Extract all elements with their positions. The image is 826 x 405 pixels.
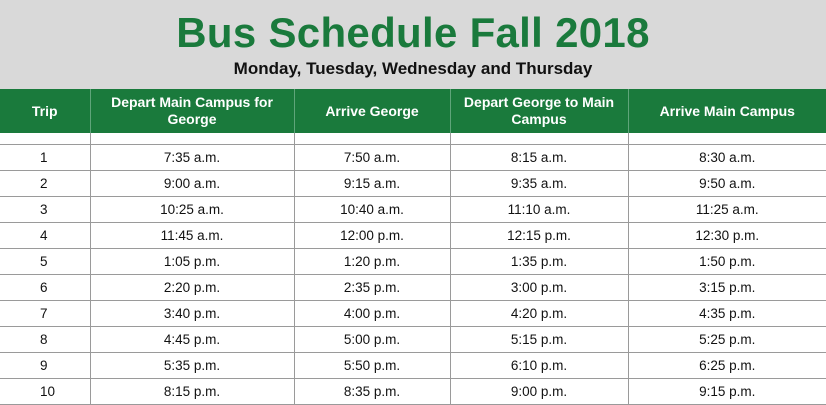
arrive-george-cell: 10:40 a.m. — [293, 196, 450, 223]
spacer-cell — [0, 133, 90, 145]
arrive-main-cell: 3:15 p.m. — [627, 274, 826, 301]
table-row: 6 2:20 p.m. 2:35 p.m. 3:00 p.m. 3:15 p.m. — [0, 274, 826, 301]
spacer-cell — [89, 133, 294, 145]
depart-main-cell: 1:05 p.m. — [89, 248, 294, 275]
trip-cell: 4 — [0, 222, 90, 249]
depart-main-cell: 4:45 p.m. — [89, 326, 294, 353]
depart-main-cell: 3:40 p.m. — [89, 300, 294, 327]
arrive-main-cell: 8:30 a.m. — [627, 144, 826, 171]
arrive-george-cell: 9:15 a.m. — [293, 170, 450, 197]
trip-cell: 5 — [0, 248, 90, 275]
spacer-cell — [293, 133, 450, 145]
table-row: 8 4:45 p.m. 5:00 p.m. 5:15 p.m. 5:25 p.m. — [0, 326, 826, 353]
depart-george-cell: 1:35 p.m. — [449, 248, 628, 275]
table-row: 3 10:25 a.m. 10:40 a.m. 11:10 a.m. 11:25 a.m… — [0, 196, 826, 223]
table-row: 10 8:15 p.m. 8:35 p.m. 9:00 p.m. 9:15 p.m. — [0, 378, 826, 405]
depart-main-cell: 2:20 p.m. — [89, 274, 294, 301]
depart-george-cell: 11:10 a.m. — [449, 196, 628, 223]
depart-george-cell: 6:10 p.m. — [449, 352, 628, 379]
arrive-main-cell: 4:35 p.m. — [627, 300, 826, 327]
spacer-cell — [627, 133, 826, 145]
arrive-main-cell: 11:25 a.m. — [627, 196, 826, 223]
depart-george-cell: 9:00 p.m. — [449, 378, 628, 405]
depart-george-cell: 5:15 p.m. — [449, 326, 628, 353]
trip-cell: 2 — [0, 170, 90, 197]
table-row: 7 3:40 p.m. 4:00 p.m. 4:20 p.m. 4:35 p.m. — [0, 300, 826, 327]
column-header-depart-george: Depart George to Main Campus — [449, 89, 628, 133]
arrive-george-cell: 5:00 p.m. — [293, 326, 450, 353]
depart-main-cell: 10:25 a.m. — [89, 196, 294, 223]
depart-main-cell: 7:35 a.m. — [89, 144, 294, 171]
arrive-main-cell: 6:25 p.m. — [627, 352, 826, 379]
depart-main-cell: 9:00 a.m. — [89, 170, 294, 197]
page-title: Bus Schedule Fall 2018 — [176, 9, 650, 56]
column-header-arrive-main: Arrive Main Campus — [627, 89, 826, 133]
table-row: 4 11:45 a.m. 12:00 p.m. 12:15 p.m. 12:30 p.m… — [0, 222, 826, 249]
arrive-george-cell: 8:35 p.m. — [293, 378, 450, 405]
trip-cell: 8 — [0, 326, 90, 353]
depart-george-cell: 12:15 p.m. — [449, 222, 628, 249]
table-row: 2 9:00 a.m. 9:15 a.m. 9:35 a.m. 9:50 a.m. — [0, 170, 826, 197]
trip-cell: 6 — [0, 274, 90, 301]
table-row: 5 1:05 p.m. 1:20 p.m. 1:35 p.m. 1:50 p.m. — [0, 248, 826, 275]
depart-main-cell: 5:35 p.m. — [89, 352, 294, 379]
trip-cell: 7 — [0, 300, 90, 327]
table-row: 1 7:35 a.m. 7:50 a.m. 8:15 a.m. 8:30 a.m. — [0, 144, 826, 171]
arrive-george-cell: 5:50 p.m. — [293, 352, 450, 379]
arrive-main-cell: 5:25 p.m. — [627, 326, 826, 353]
arrive-main-cell: 9:50 a.m. — [627, 170, 826, 197]
arrive-main-cell: 1:50 p.m. — [627, 248, 826, 275]
depart-george-cell: 8:15 a.m. — [449, 144, 628, 171]
arrive-main-cell: 9:15 p.m. — [627, 378, 826, 405]
arrive-george-cell: 1:20 p.m. — [293, 248, 450, 275]
column-header-depart-main: Depart Main Campus for George — [89, 89, 294, 133]
trip-cell: 9 — [0, 352, 90, 379]
table-body: 1 7:35 a.m. 7:50 a.m. 8:15 a.m. 8:30 a.m. 2 9:… — [0, 133, 826, 405]
column-header-arrive-george: Arrive George — [293, 89, 450, 133]
table-header-row: Trip Depart Main Campus for George Arriv… — [0, 89, 826, 133]
trip-cell: 3 — [0, 196, 90, 223]
schedule-table: Trip Depart Main Campus for George Arriv… — [0, 89, 826, 405]
depart-main-cell: 11:45 a.m. — [89, 222, 294, 249]
page-subtitle: Monday, Tuesday, Wednesday and Thursday — [233, 59, 593, 78]
table-row: 9 5:35 p.m. 5:50 p.m. 6:10 p.m. 6:25 p.m. — [0, 352, 826, 379]
header-banner: Bus Schedule Fall 2018 Monday, Tuesday, … — [0, 0, 826, 89]
header-spacer-row — [0, 133, 826, 145]
depart-george-cell: 9:35 a.m. — [449, 170, 628, 197]
trip-cell: 1 — [0, 144, 90, 171]
schedule-page: Bus Schedule Fall 2018 Monday, Tuesday, … — [0, 0, 826, 405]
depart-george-cell: 4:20 p.m. — [449, 300, 628, 327]
spacer-cell — [449, 133, 628, 145]
arrive-main-cell: 12:30 p.m. — [627, 222, 826, 249]
arrive-george-cell: 4:00 p.m. — [293, 300, 450, 327]
arrive-george-cell: 7:50 a.m. — [293, 144, 450, 171]
arrive-george-cell: 12:00 p.m. — [293, 222, 450, 249]
trip-cell: 10 — [0, 378, 90, 405]
column-header-trip: Trip — [0, 89, 90, 133]
depart-george-cell: 3:00 p.m. — [449, 274, 628, 301]
depart-main-cell: 8:15 p.m. — [89, 378, 294, 405]
arrive-george-cell: 2:35 p.m. — [293, 274, 450, 301]
